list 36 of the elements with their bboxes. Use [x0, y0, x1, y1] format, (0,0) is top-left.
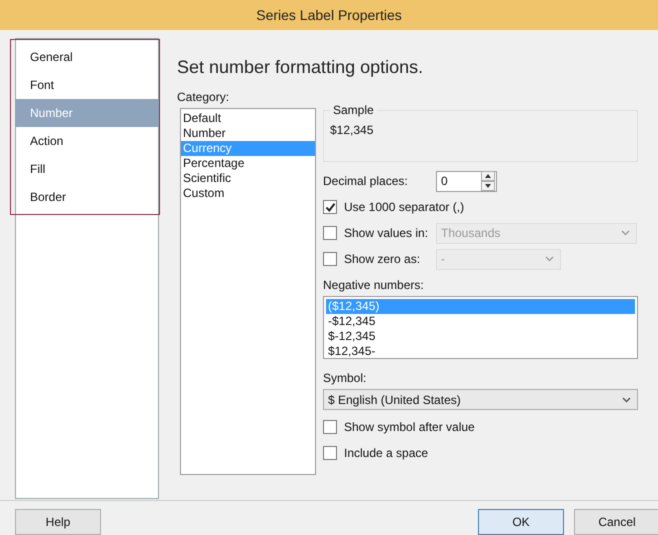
symbol-dropdown[interactable]: $ English (United States): [323, 389, 638, 410]
page-heading: Set number formatting options.: [177, 57, 424, 79]
sidebar-item[interactable]: General: [15, 43, 159, 71]
decimal-places-label: Decimal places:: [323, 174, 409, 188]
option-checkbox[interactable]: Include a space: [323, 446, 428, 460]
help-button[interactable]: Help: [15, 509, 101, 535]
category-item[interactable]: Default: [181, 111, 315, 126]
separator-checkbox[interactable]: Use 1000 separator (,): [323, 200, 464, 214]
sample-value: $12,345: [330, 123, 374, 137]
negative-numbers-list[interactable]: ($12,345) -$12,345 $-12,345 $12,345-: [323, 296, 638, 359]
category-label: Category:: [177, 90, 230, 104]
cancel-button[interactable]: Cancel: [574, 509, 658, 535]
sidebar-item[interactable]: Border: [15, 183, 159, 211]
negative-format-item[interactable]: $-12,345: [326, 329, 635, 344]
chevron-down-icon: [622, 396, 631, 402]
chevron-down-icon: [621, 230, 630, 236]
ok-button[interactable]: OK: [478, 509, 564, 535]
category-item[interactable]: Percentage: [181, 156, 315, 171]
category-item[interactable]: Number: [181, 126, 315, 141]
window-title: Series Label Properties: [256, 7, 402, 23]
sidebar-item[interactable]: Action: [15, 127, 159, 155]
decimal-places-spinner[interactable]: 0: [436, 170, 497, 192]
chevron-down-icon: [545, 256, 554, 262]
category-item[interactable]: Custom: [181, 186, 315, 201]
category-list[interactable]: Default Number Currency Percentage Scientific Custom: [180, 108, 316, 475]
negative-numbers-label: Negative numbers:: [323, 278, 425, 292]
negative-format-item[interactable]: $12,345-: [326, 344, 635, 359]
spin-arrows-icon[interactable]: [481, 171, 495, 191]
category-item[interactable]: Scientific: [181, 171, 315, 186]
sidebar-item[interactable]: Fill: [15, 155, 159, 183]
sidebar-item[interactable]: Font: [15, 71, 159, 99]
sample-label: Sample: [330, 103, 377, 117]
option-checkbox[interactable]: Show symbol after value: [323, 420, 475, 434]
checkmark-icon: [324, 202, 336, 212]
negative-format-item[interactable]: -$12,345: [326, 314, 635, 329]
symbol-label: Symbol:: [323, 371, 368, 385]
